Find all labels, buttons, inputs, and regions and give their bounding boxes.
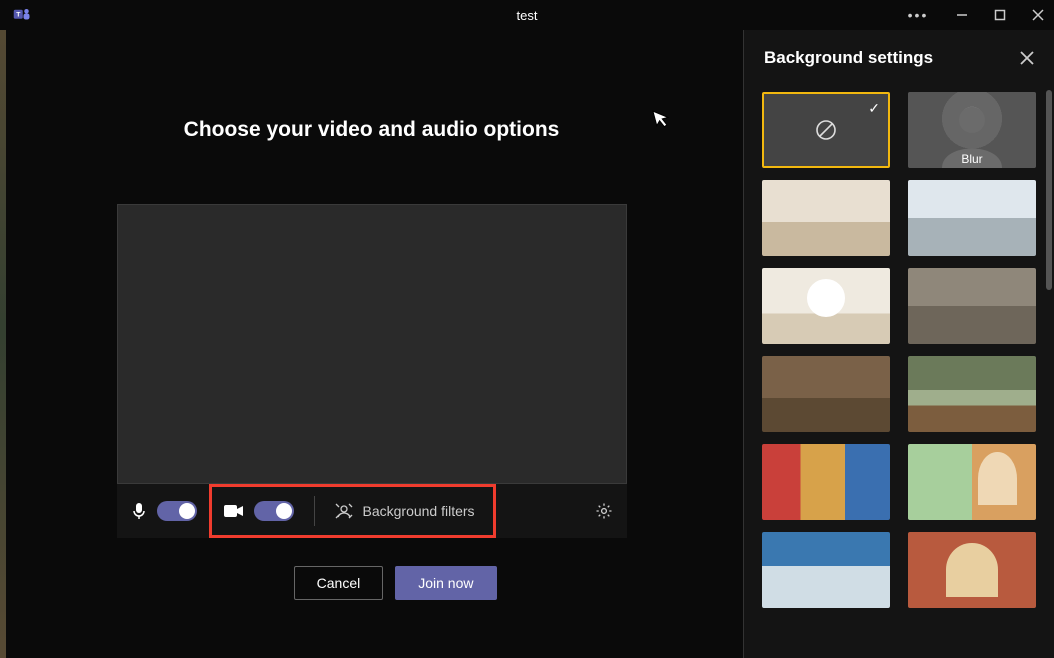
background-thumbnails: ✓ Blur	[744, 84, 1054, 658]
background-option-image-1[interactable]	[762, 180, 890, 256]
prejoin-pane: Choose your video and audio options	[0, 30, 744, 658]
maximize-button[interactable]	[990, 5, 1010, 25]
join-now-button[interactable]: Join now	[395, 566, 496, 600]
background-filters-button[interactable]: Background filters	[335, 502, 487, 520]
device-settings-button[interactable]	[595, 502, 613, 520]
background-option-image-8[interactable]	[908, 444, 1036, 520]
none-icon	[814, 118, 838, 142]
background-settings-panel: Background settings ✓	[744, 30, 1054, 658]
camera-icon	[224, 504, 244, 518]
background-option-image-2[interactable]	[908, 180, 1036, 256]
background-option-blur[interactable]: Blur	[908, 92, 1036, 168]
checkmark-icon: ✓	[868, 100, 880, 117]
window-controls: •••	[908, 0, 1048, 30]
mic-icon	[131, 502, 147, 520]
background-option-image-6[interactable]	[908, 356, 1036, 432]
background-filters-label: Background filters	[363, 503, 475, 519]
mic-toggle[interactable]	[157, 501, 197, 521]
background-option-none[interactable]: ✓	[762, 92, 890, 168]
cancel-button[interactable]: Cancel	[294, 566, 384, 600]
camera-and-filters-group: Background filters	[209, 484, 496, 538]
background-option-image-4[interactable]	[908, 268, 1036, 344]
toolbar-divider	[314, 496, 315, 526]
minimize-button[interactable]	[952, 5, 972, 25]
blur-label: Blur	[908, 152, 1036, 166]
background-option-image-3[interactable]	[762, 268, 890, 344]
panel-title: Background settings	[764, 48, 933, 68]
background-option-image-7[interactable]	[762, 444, 890, 520]
device-toolbar: Background filters	[117, 484, 627, 538]
close-panel-button[interactable]	[1020, 51, 1034, 65]
teams-app-icon: T	[12, 5, 32, 25]
titlebar: T test •••	[0, 0, 1054, 30]
prejoin-heading: Choose your video and audio options	[184, 118, 560, 142]
background-option-image-5[interactable]	[762, 356, 890, 432]
camera-toggle[interactable]	[254, 501, 294, 521]
background-option-image-9[interactable]	[762, 532, 890, 608]
background-filters-icon	[335, 502, 353, 520]
more-options-button[interactable]: •••	[908, 5, 928, 25]
window-title: test	[517, 8, 538, 23]
background-option-image-10[interactable]	[908, 532, 1036, 608]
video-preview	[117, 204, 627, 484]
close-window-button[interactable]	[1028, 5, 1048, 25]
